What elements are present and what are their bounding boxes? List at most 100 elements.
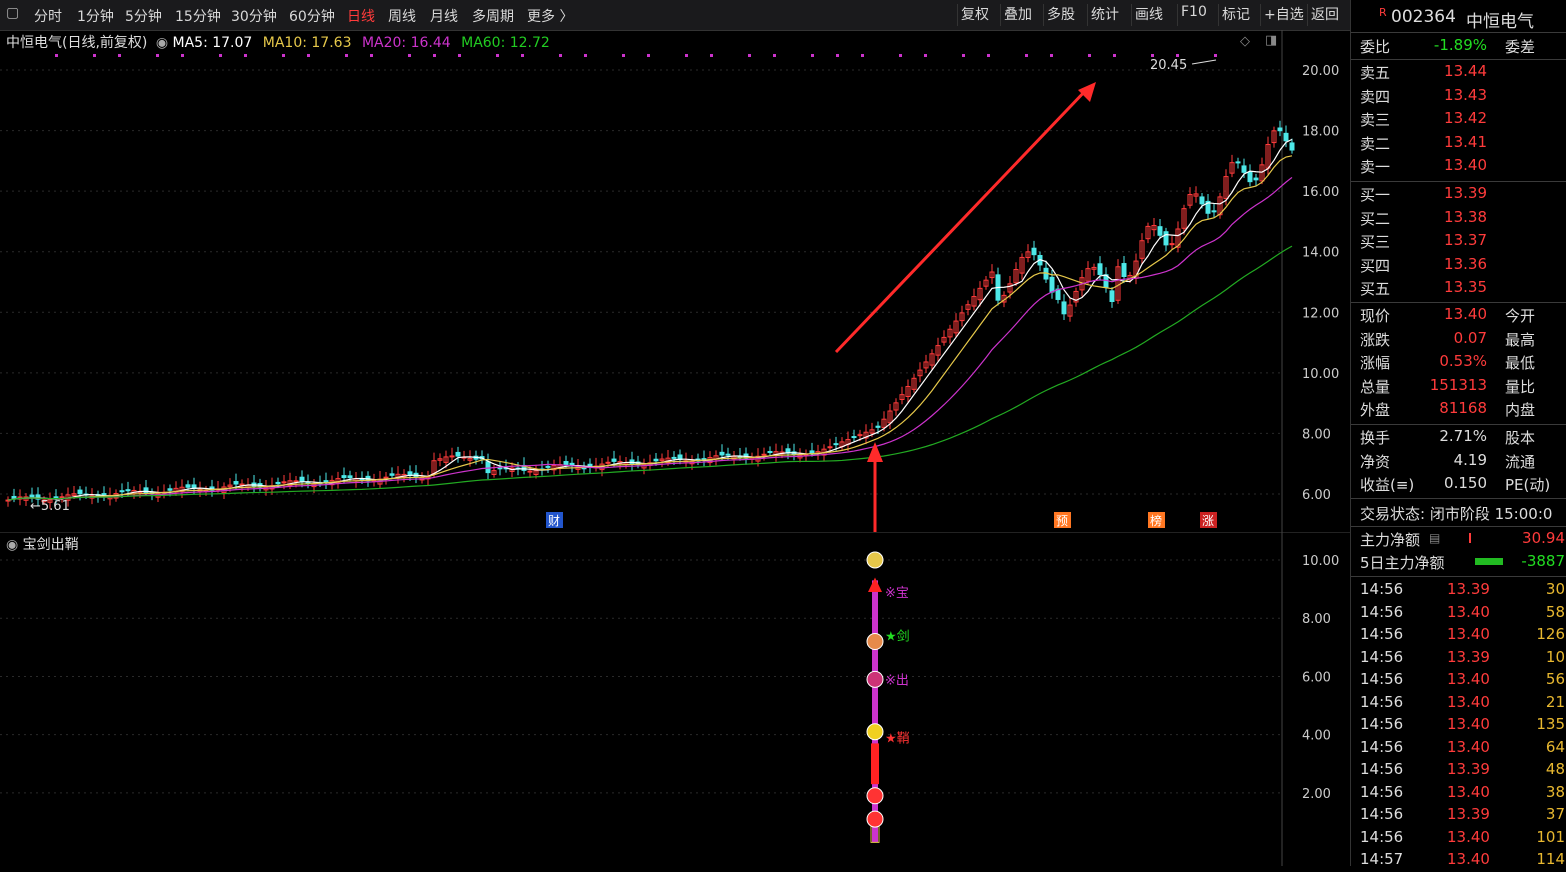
y-tick-label: 2.00	[1302, 787, 1331, 802]
tick-volume: 58	[1545, 602, 1565, 621]
tick-time: 14:56	[1360, 760, 1404, 778]
toolbar-button-1[interactable]: 叠加	[1000, 4, 1035, 26]
toolbar-button-8[interactable]: 返回	[1307, 4, 1342, 26]
tick-time: 14:56	[1360, 737, 1404, 756]
candle-body	[383, 476, 389, 479]
y-tick-label: 18.00	[1302, 125, 1339, 140]
ma5-line	[7, 138, 1293, 501]
tick-time: 14:56	[1360, 805, 1404, 823]
ask-row: 卖四 13.43	[1351, 86, 1566, 110]
ask-row: 卖三 13.42	[1351, 109, 1566, 133]
tick-price: 13.40	[1447, 850, 1490, 868]
signal-dot	[408, 54, 411, 57]
chart-title-bar: 中恒电气(日线,前复权) ◉ MA5: 17.07 MA10: 17.63 MA…	[6, 32, 550, 52]
period-tab-2[interactable]: 5分钟	[125, 6, 162, 26]
period-tab-8[interactable]: 月线	[430, 6, 458, 26]
list-icon[interactable]: ▤	[1429, 531, 1440, 545]
period-tab-5[interactable]: 60分钟	[289, 6, 335, 26]
indicator-chart[interactable]: 10.00 8.00 6.00 4.00 2.00 ※宝 ★剑 ※出 ★鞘	[0, 532, 1350, 866]
candle-body	[725, 453, 731, 456]
candle-body	[875, 425, 881, 428]
panel-toggle-icon[interactable]: ◨	[1265, 33, 1277, 48]
toolbar-button-4[interactable]: 画线	[1131, 4, 1166, 26]
toolbar-button-7[interactable]: +自选	[1260, 4, 1307, 26]
candle-body	[653, 458, 659, 462]
quote-row: 外盘 81168 内盘	[1351, 399, 1566, 423]
period-tab-9[interactable]: 多周期	[472, 6, 514, 26]
weibi-label: 委比	[1360, 38, 1391, 56]
signal-dot	[1050, 54, 1053, 57]
y-tick-label: 12.00	[1302, 306, 1339, 321]
main-net-bar	[1469, 533, 1471, 543]
period-tab-1[interactable]: 1分钟	[77, 6, 114, 26]
signal-label: ★剑	[885, 629, 910, 645]
period-tab-10[interactable]: 更多 〉	[527, 6, 573, 26]
weibi-value: -1.89%	[1433, 36, 1487, 54]
bid-row: 买五 13.35	[1351, 278, 1566, 302]
quote-row-value: 81168	[1439, 399, 1487, 418]
quote-row-label: 总量	[1360, 377, 1391, 396]
signal-dot	[93, 54, 96, 57]
signal-dot	[521, 54, 524, 57]
stat-row-right-label: 流通	[1505, 452, 1536, 471]
tick-time: 14:56	[1360, 670, 1404, 688]
signal-dot	[1151, 54, 1154, 57]
window-icon[interactable]: ▢	[6, 5, 19, 21]
quote-row: 总量 151313 量比	[1351, 376, 1566, 400]
signal-dot	[811, 54, 814, 57]
tick-row: 14:56 13.40 101	[1351, 828, 1566, 850]
candle-body	[59, 496, 65, 499]
candle-body	[1031, 247, 1037, 256]
quote-panel: R 002364 中恒电气 委比 -1.89% 委差 卖五 13.44 卖四 13.4…	[1350, 0, 1566, 868]
toolbar-button-3[interactable]: 统计	[1087, 4, 1122, 26]
tick-row: 14:56 13.39 10	[1351, 648, 1566, 670]
tick-row: 14:56 13.39 48	[1351, 760, 1566, 782]
signal-dot	[773, 54, 776, 57]
stat-row: 净资 4.19 流通	[1351, 451, 1566, 475]
quote-row-value: 0.07	[1453, 328, 1487, 347]
toolbar-button-6[interactable]: 标记	[1218, 4, 1253, 26]
signal-dot	[987, 54, 990, 57]
up-arrow-icon	[868, 577, 882, 593]
tick-price: 13.39	[1447, 760, 1490, 778]
tick-volume: 114	[1536, 850, 1565, 868]
ask-row-value: 13.42	[1444, 109, 1487, 128]
toolbar-button-5[interactable]: F10	[1177, 4, 1210, 26]
candle-body	[347, 475, 353, 479]
stat-row-value: 0.150	[1444, 474, 1487, 493]
tick-time: 14:56	[1360, 782, 1404, 801]
candle-body	[233, 481, 239, 485]
candle-body	[455, 451, 461, 457]
ask-row-label: 卖一	[1360, 158, 1391, 177]
quote-row-right-label: 最高	[1505, 330, 1536, 349]
period-tab-6[interactable]: 日线	[347, 6, 375, 26]
toolbar-button-2[interactable]: 多股	[1043, 4, 1078, 26]
signal-dot	[55, 54, 58, 57]
signal-dot	[1025, 54, 1028, 57]
tick-price: 13.40	[1447, 737, 1490, 756]
ball-icon	[866, 787, 884, 805]
candle-body	[1049, 276, 1055, 293]
y-tick-label: 20.00	[1302, 64, 1339, 79]
period-tab-3[interactable]: 15分钟	[175, 6, 221, 26]
quote-row-value: 0.53%	[1439, 352, 1487, 371]
tick-price: 13.40	[1447, 827, 1490, 846]
candle-body	[851, 436, 857, 439]
toolbar-button-0[interactable]: 复权	[957, 4, 992, 26]
ma5-label: MA5: 17.07	[172, 35, 253, 51]
settings-icon[interactable]: ◉	[156, 35, 168, 51]
stat-row-label: 换手	[1360, 429, 1391, 447]
diamond-icon[interactable]: ◇	[1240, 34, 1250, 49]
signal-dot	[118, 54, 121, 57]
candle-body	[389, 473, 395, 476]
signal-dot	[458, 54, 461, 57]
period-tab-7[interactable]: 周线	[388, 6, 416, 26]
stat-row-label: 净资	[1360, 452, 1391, 471]
chart-title: 中恒电气(日线,前复权)	[6, 35, 148, 51]
trend-arrow-head	[1078, 82, 1096, 102]
candle-body	[827, 446, 833, 449]
kline-chart[interactable]: 20.00 18.00 16.00 14.00 12.00 10.00 8.00 6.00 20…	[0, 30, 1350, 532]
period-tab-0[interactable]: 分时	[34, 6, 62, 26]
indicator-settings-icon[interactable]: ◉	[6, 537, 18, 553]
period-tab-4[interactable]: 30分钟	[231, 6, 277, 26]
